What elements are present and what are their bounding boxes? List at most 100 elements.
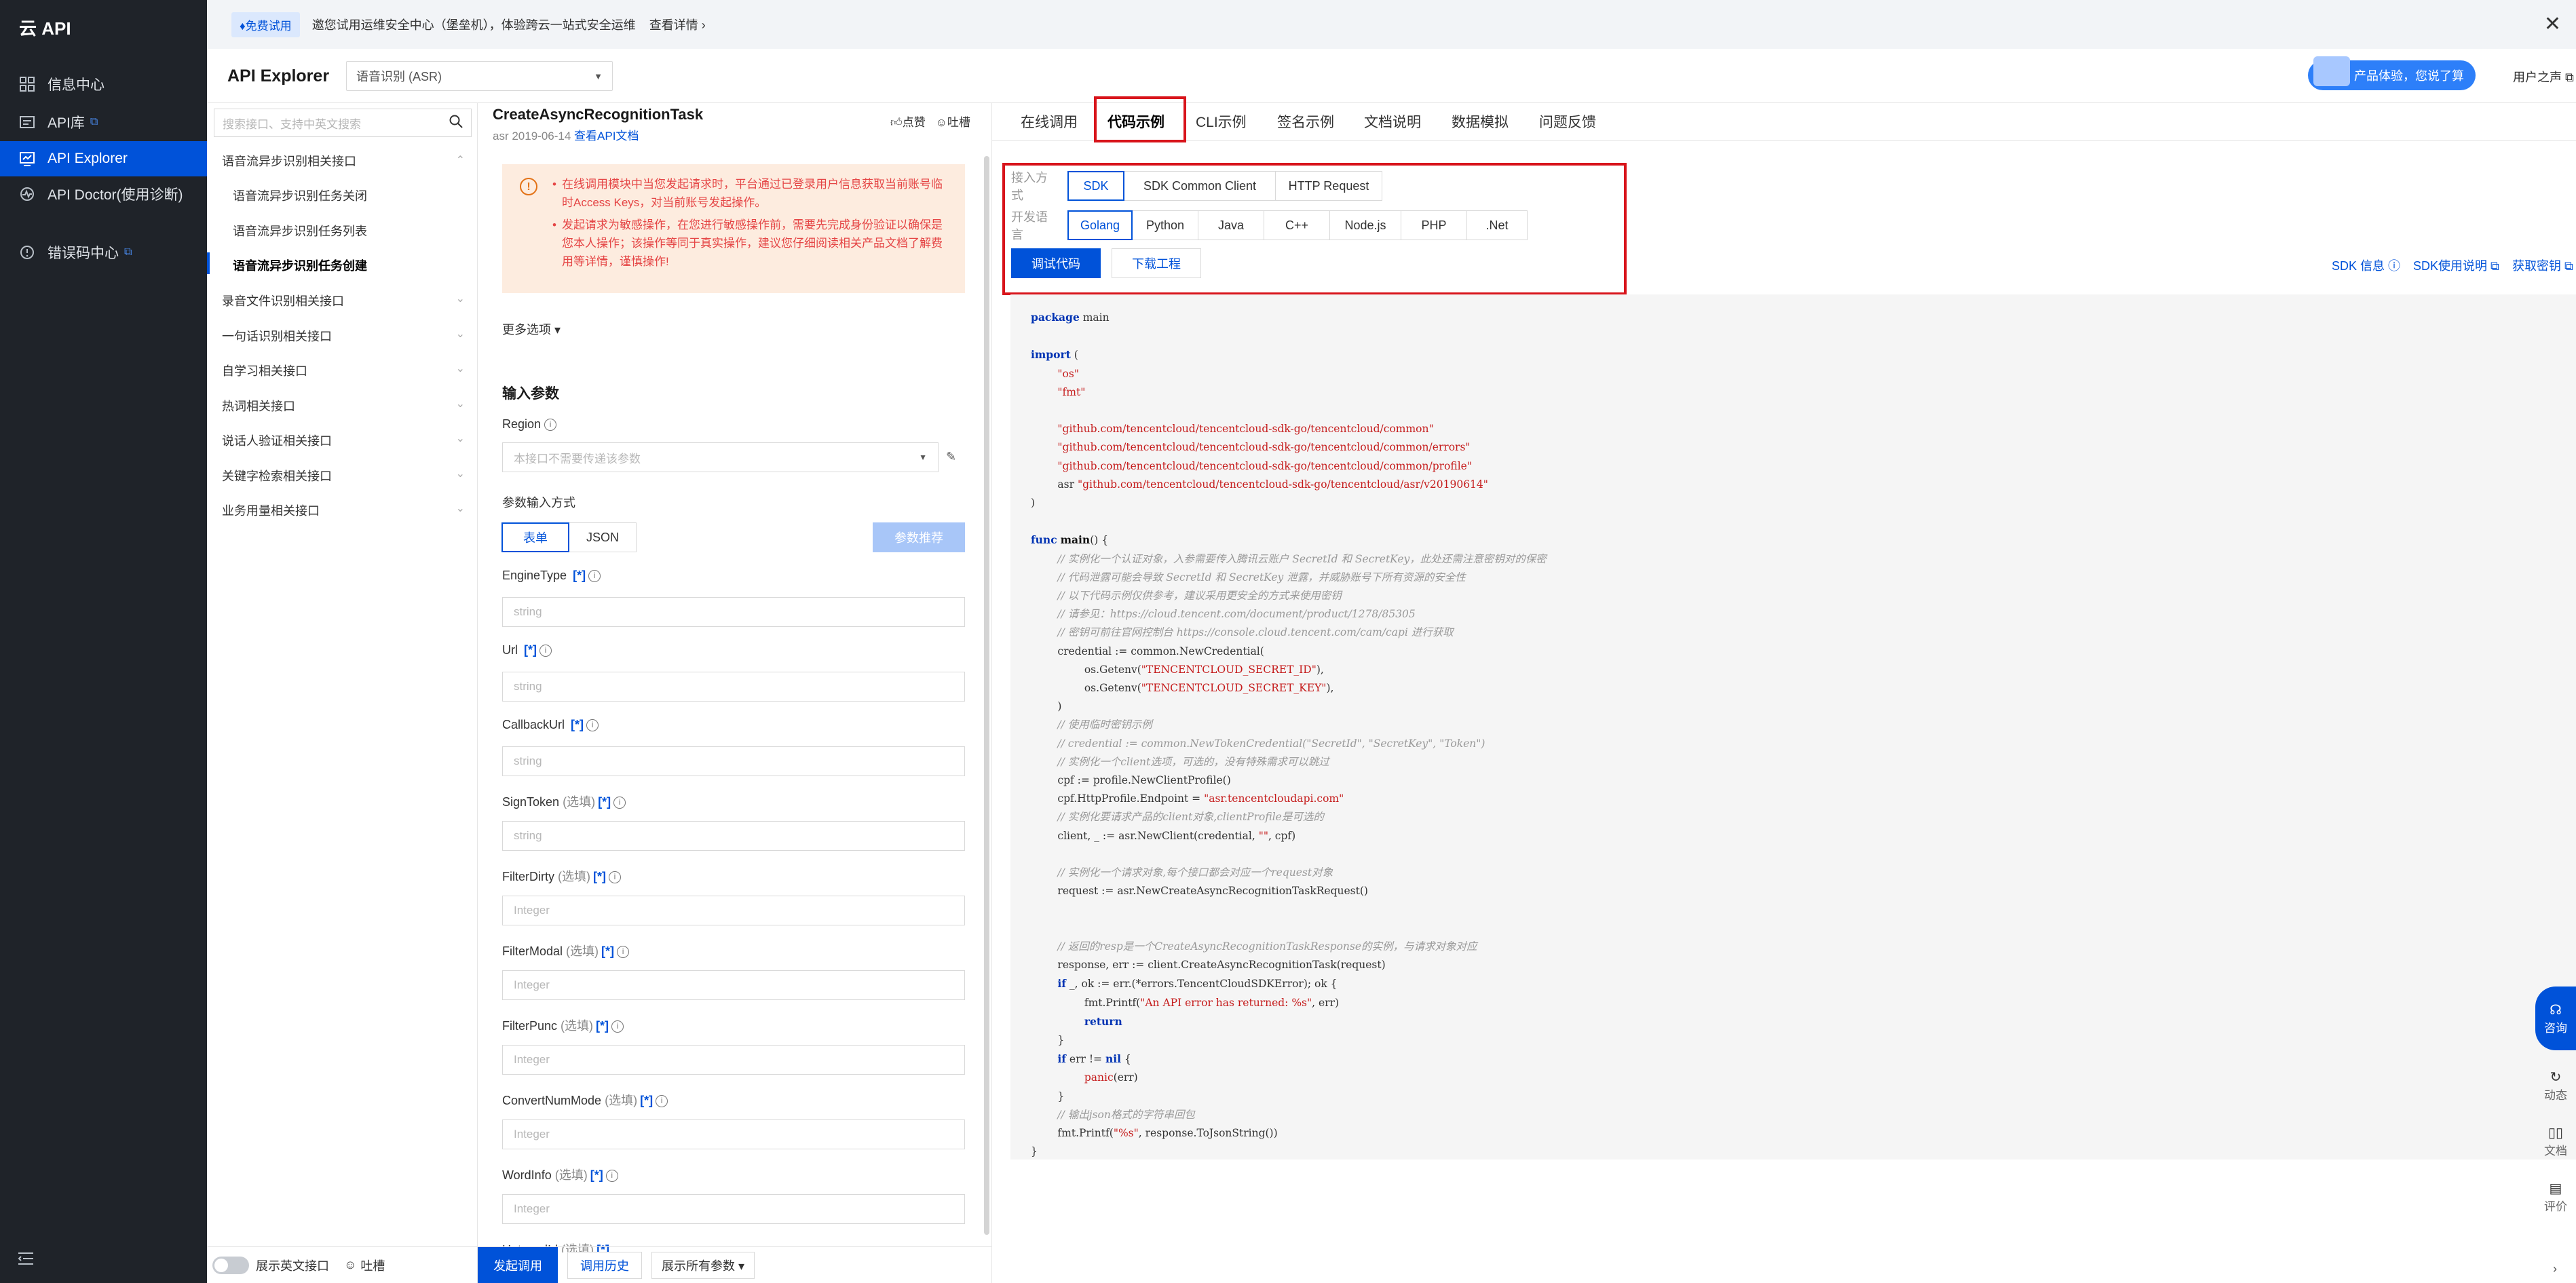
info-icon[interactable]: i — [656, 1095, 668, 1108]
english-toggle[interactable] — [212, 1256, 249, 1274]
info-icon[interactable]: i — [544, 419, 557, 432]
close-icon[interactable]: ✕ — [2544, 12, 2561, 36]
form-scrollbar[interactable] — [984, 156, 989, 1235]
mode-json-button[interactable]: JSON — [569, 522, 637, 552]
lang-golang-option[interactable]: Golang — [1067, 210, 1133, 240]
interface-group[interactable]: 录音文件识别相关接口 — [222, 292, 344, 309]
nav-item-info-center[interactable]: 信息中心 — [0, 66, 207, 102]
chevron-right-icon[interactable]: › — [2553, 1262, 2557, 1276]
product-select[interactable]: 语音识别 (ASR) ▼ — [346, 61, 613, 91]
info-icon[interactable]: i — [611, 1020, 624, 1033]
menu-collapse-icon[interactable] — [18, 1251, 34, 1269]
brand-logo[interactable]: 云 API — [19, 15, 71, 40]
lang-dotnet-option[interactable]: .Net — [1466, 210, 1528, 240]
info-icon[interactable]: i — [588, 570, 601, 583]
param-input[interactable]: string — [502, 672, 965, 702]
book-icon: ▯▯ — [2547, 1126, 2563, 1141]
interface-group[interactable]: 热词相关接口 — [222, 397, 295, 415]
feedback-button[interactable]: 吐槽 — [947, 116, 970, 129]
sdk-usage-link[interactable]: SDK使用说明 ⧉ — [2413, 256, 2499, 274]
param-input[interactable]: string — [502, 746, 965, 776]
more-options-toggle[interactable]: 更多选项 ▾ — [502, 320, 561, 338]
smile-icon[interactable]: ☺ — [344, 1258, 356, 1272]
edit-icon[interactable]: ✎ — [946, 450, 956, 464]
mode-form-button[interactable]: 表单 — [501, 522, 569, 552]
interface-group[interactable]: 语音流异步识别相关接口 — [222, 152, 356, 170]
info-icon[interactable]: i — [539, 645, 552, 657]
interface-item[interactable]: 语音流异步识别任务列表 — [233, 222, 367, 240]
interface-item-active[interactable]: 语音流异步识别任务创建 — [233, 256, 367, 274]
interface-group[interactable]: 一句话识别相关接口 — [222, 327, 332, 345]
tab-signature-example[interactable]: 签名示例 — [1277, 111, 1334, 132]
tab-data-mock[interactable]: 数据模拟 — [1452, 111, 1509, 132]
nav-item-api-doctor[interactable]: API Doctor(使用诊断) — [0, 178, 207, 231]
lang-python-option[interactable]: Python — [1132, 210, 1198, 240]
chevron-down-icon[interactable]: ⌄ — [456, 292, 465, 305]
nav-item-api-library[interactable]: API库 ⧉ — [0, 104, 207, 140]
chevron-down-icon[interactable]: ⌄ — [456, 397, 465, 410]
lang-java-option[interactable]: Java — [1198, 210, 1264, 240]
interface-search-input[interactable]: 搜索接口、支持中英文搜索 — [214, 109, 472, 137]
param-input[interactable]: Integer — [502, 970, 965, 1000]
chevron-down-icon[interactable]: ⌄ — [456, 327, 465, 341]
info-icon[interactable]: i — [605, 1170, 618, 1183]
download-project-button[interactable]: 下载工程 — [1112, 248, 1201, 278]
param-input[interactable]: Integer — [502, 1045, 965, 1075]
chevron-down-icon[interactable]: ⌄ — [456, 362, 465, 375]
get-key-link[interactable]: 获取密钥 ⧉ — [2512, 256, 2573, 274]
feedback-link[interactable]: 吐槽 — [360, 1257, 385, 1274]
nav-item-error-code-center[interactable]: 错误码中心 ⧉ — [0, 235, 207, 270]
param-input[interactable]: string — [502, 821, 965, 851]
interface-group[interactable]: 说话人验证相关接口 — [222, 432, 332, 449]
smile-icon[interactable]: ☺ — [936, 116, 947, 129]
lang-cpp-option[interactable]: C++ — [1264, 210, 1330, 240]
nav-item-api-explorer[interactable]: API Explorer — [0, 141, 207, 176]
chevron-down-icon[interactable]: ⌄ — [456, 467, 465, 480]
info-icon[interactable]: i — [609, 871, 622, 884]
access-common-client-option[interactable]: SDK Common Client — [1124, 171, 1276, 201]
send-request-button[interactable]: 发起调用 — [478, 1246, 558, 1283]
param-input[interactable]: Integer — [502, 1194, 965, 1224]
thumbs-up-icon[interactable]: 👍︎ — [890, 116, 903, 129]
param-input[interactable]: Integer — [502, 1119, 965, 1149]
user-voice-link[interactable]: 用户之声 ⧉ — [2513, 68, 2574, 85]
access-sdk-option[interactable]: SDK — [1067, 171, 1124, 201]
lang-php-option[interactable]: PHP — [1401, 210, 1467, 240]
info-icon[interactable]: i — [613, 797, 626, 809]
chevron-down-icon[interactable]: ⌄ — [456, 501, 465, 515]
access-http-option[interactable]: HTTP Request — [1275, 171, 1382, 201]
info-icon[interactable]: i — [586, 719, 599, 732]
interface-group[interactable]: 关键字检索相关接口 — [222, 467, 332, 484]
call-history-button[interactable]: 调用历史 — [567, 1251, 642, 1279]
region-select[interactable]: 本接口不需要传递该参数 ▼ — [502, 442, 939, 472]
like-button[interactable]: 点赞 — [903, 116, 926, 129]
interface-group[interactable]: 业务用量相关接口 — [222, 501, 320, 519]
sdk-info-link[interactable]: SDK 信息 ⓘ — [2332, 256, 2400, 274]
interface-list-panel: 搜索接口、支持中英文搜索 语音流异步识别相关接口 ⌃ 语音流异步识别任务关闭 语… — [207, 103, 478, 1283]
param-input[interactable]: Integer — [502, 896, 965, 925]
language-row: 开发语言 Golang Python Java C++ Node.js PHP … — [1011, 208, 1528, 243]
news-button[interactable]: ↻ 动态 — [2544, 1069, 2567, 1124]
tab-online-call[interactable]: 在线调用 — [1021, 111, 1078, 132]
docs-button[interactable]: ▯▯ 文档 — [2544, 1124, 2567, 1180]
tab-cli-example[interactable]: CLI示例 — [1196, 111, 1247, 132]
chevron-up-icon[interactable]: ⌃ — [456, 153, 465, 167]
interface-item[interactable]: 语音流异步识别任务关闭 — [233, 187, 367, 204]
show-all-params-button[interactable]: 展示所有参数 ▾ — [651, 1251, 755, 1279]
chevron-down-icon[interactable]: ⌄ — [456, 432, 465, 445]
api-doc-link[interactable]: 查看API文档 — [574, 130, 639, 142]
interface-group[interactable]: 自学习相关接口 — [222, 362, 307, 379]
banner-details-link[interactable]: 查看详情 › — [649, 16, 706, 33]
param-recommend-button[interactable]: 参数推荐 — [873, 522, 965, 552]
info-icon[interactable]: i — [617, 946, 630, 959]
tab-feedback[interactable]: 问题反馈 — [1539, 111, 1596, 132]
consult-button[interactable]: ☊ 咨询 — [2535, 987, 2576, 1050]
tab-documentation[interactable]: 文档说明 — [1364, 111, 1421, 132]
debug-code-button[interactable]: 调试代码 — [1011, 248, 1101, 278]
toggle-label: 展示英文接口 — [256, 1259, 329, 1273]
external-link-icon: ⧉ — [2565, 71, 2574, 84]
feedback-promo-button[interactable]: 产品体验，您说了算 — [2308, 56, 2476, 90]
review-button[interactable]: ▤ 评价 — [2544, 1180, 2567, 1236]
param-input[interactable]: string — [502, 597, 965, 627]
lang-nodejs-option[interactable]: Node.js — [1329, 210, 1401, 240]
